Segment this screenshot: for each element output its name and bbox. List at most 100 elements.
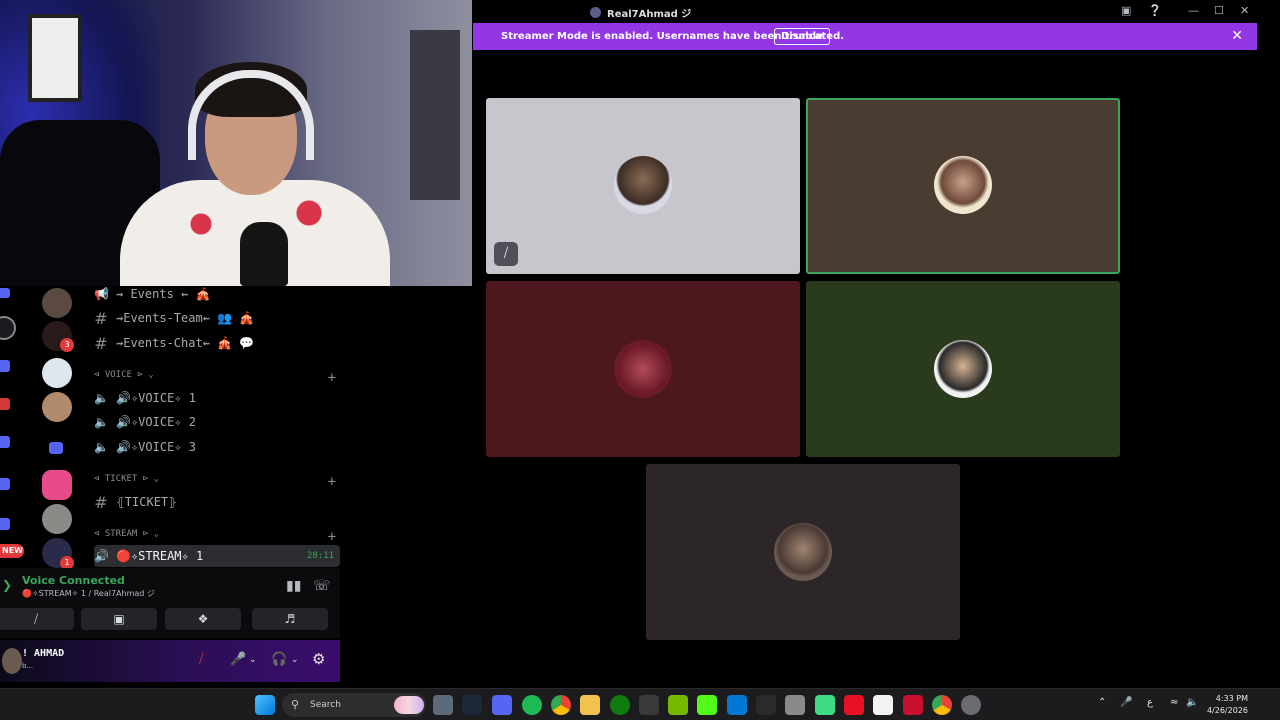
voice-connected-title[interactable]: Voice Connected <box>22 574 125 587</box>
channel-events-team[interactable]: # ⇝Events-Team⇜ 👥 🎪 <box>94 307 340 329</box>
user-panel: ! AHMAD b... ⧸ 🎤 ⌄ 🎧 ⌄ ⚙ <box>0 640 340 682</box>
app-icon[interactable] <box>727 695 747 715</box>
server-folder-icon[interactable] <box>0 360 10 372</box>
recycle-bin-icon[interactable] <box>785 695 805 715</box>
server-avatar-5[interactable] <box>42 392 72 422</box>
participant-tile-2-speaking[interactable] <box>806 98 1120 274</box>
microphone <box>240 222 288 286</box>
kick-icon[interactable] <box>697 695 717 715</box>
avatar <box>774 523 832 581</box>
acrobat-icon[interactable] <box>903 695 923 715</box>
minimize-icon[interactable]: — <box>1188 4 1199 17</box>
settings-icon[interactable] <box>961 695 981 715</box>
voice-channel-1[interactable]: 🔈 🔊✧VOICE✧ 1 <box>94 387 340 409</box>
server-shoe-icon[interactable] <box>0 398 10 410</box>
xbox-icon[interactable] <box>610 695 630 715</box>
activities-button[interactable]: ❖ <box>165 608 241 630</box>
user-name[interactable]: ! AHMAD <box>22 648 64 659</box>
spotify-icon[interactable] <box>522 695 542 715</box>
server-avatar-1[interactable] <box>42 288 72 318</box>
close-icon[interactable]: ✕ <box>1240 4 1249 17</box>
chevron-down-icon[interactable]: ⌄ <box>249 655 257 665</box>
avatar[interactable] <box>2 648 22 674</box>
file-explorer-icon[interactable] <box>580 695 600 715</box>
disable-button[interactable]: Disable <box>774 28 830 45</box>
channel-label: ⇝ Events ⇜ 🎪 <box>116 287 211 301</box>
server-folder-icon[interactable] <box>0 518 10 530</box>
camera-button[interactable]: ⧸ <box>0 608 74 630</box>
server-avatar-6[interactable] <box>42 504 72 534</box>
voice-connected-subtitle[interactable]: 🔴✧STREAM✧ 1 / Real7Ahmad ジ <box>22 588 155 599</box>
store-icon[interactable] <box>639 695 659 715</box>
new-pill[interactable]: NEW <box>0 544 24 558</box>
taskbar-search[interactable]: ⚲ Search <box>282 693 426 717</box>
taskbar: ⚲ Search ⌃ 🎤 ع ≈ 🔈 4:33 PM 4/26/2026 <box>0 688 1280 720</box>
server-pink-badge-icon[interactable] <box>42 470 72 500</box>
category-stream[interactable]: ⊲ STREAM ⊳ ⌄ + <box>94 529 340 545</box>
voice-channel-2[interactable]: 🔈 🔊✧VOICE✧ 2 <box>94 411 340 433</box>
help-icon[interactable]: ❔ <box>1148 4 1162 17</box>
signal-icon[interactable]: ❯ <box>2 578 12 592</box>
camera-off-icon[interactable]: ⧸ <box>199 652 203 667</box>
wifi-icon[interactable]: ≈ <box>1170 697 1178 708</box>
participant-tile-4[interactable] <box>806 281 1120 457</box>
close-icon[interactable]: ✕ <box>1231 28 1243 44</box>
server-icon <box>590 7 601 18</box>
headphones-icon[interactable]: 🎧 <box>271 652 287 667</box>
noise-suppression-icon[interactable]: ▮▮ <box>286 578 301 594</box>
chrome-profile-icon[interactable] <box>932 695 952 715</box>
category-voice[interactable]: ⊲ VOICE ⊳ ⌄ + <box>94 370 340 386</box>
window-title: Real7Ahmad ジ <box>590 5 691 20</box>
channel-ticket[interactable]: # ⦃TICKET⦄ <box>94 491 340 513</box>
chrome-icon[interactable] <box>551 695 571 715</box>
chevron-up-icon[interactable]: ⌃ <box>1098 697 1106 708</box>
app-icon[interactable] <box>815 695 835 715</box>
clock-date: 4/26/2026 <box>1206 706 1248 715</box>
category-label: ⊲ STREAM ⊳ <box>94 529 149 539</box>
server-folder-icon[interactable] <box>0 478 10 490</box>
chevron-down-icon[interactable]: ⌄ <box>291 655 299 665</box>
hash-icon: # <box>94 492 108 512</box>
capcut-icon[interactable] <box>873 695 893 715</box>
category-ticket[interactable]: ⊲ TICKET ⊳ ⌄ + <box>94 474 340 490</box>
discord-icon[interactable] <box>492 695 512 715</box>
screen-share-button[interactable]: ▣ <box>81 608 157 630</box>
windows-start-icon[interactable] <box>255 695 275 715</box>
server-avatar-2[interactable] <box>0 316 16 340</box>
voice-channel-3[interactable]: 🔈 🔊✧VOICE✧ 3 <box>94 436 340 458</box>
microphone-icon[interactable]: 🎤 <box>1120 697 1132 708</box>
channel-label: 🔊✧VOICE✧ 3 <box>116 440 196 454</box>
logitech-icon[interactable] <box>756 695 776 715</box>
volume-icon[interactable]: 🔈 <box>1186 697 1198 708</box>
inbox-icon[interactable]: ▣ <box>1121 4 1131 17</box>
camera-app-icon[interactable] <box>433 695 453 715</box>
soundboard-button[interactable]: ♬ <box>252 608 328 630</box>
steam-icon[interactable] <box>462 695 482 715</box>
participant-tile-3[interactable] <box>486 281 800 457</box>
add-channel-icon[interactable]: + <box>328 529 336 545</box>
stream-channel-1[interactable]: 🔊 🔴✧STREAM✧ 1 28:11 <box>94 545 340 567</box>
server-folder-icon[interactable] <box>49 442 63 454</box>
server-folder-icon[interactable] <box>0 436 10 448</box>
language-indicator[interactable]: ع <box>1147 697 1153 708</box>
channel-events-chat[interactable]: # ⇝Events-Chat⇜ 🎪 💬 <box>94 332 340 354</box>
wps-icon[interactable] <box>844 695 864 715</box>
server-avatar-4[interactable] <box>42 358 72 388</box>
server-folder-icon[interactable] <box>0 288 10 298</box>
participant-tile-1[interactable]: ⧸ <box>486 98 800 274</box>
screen: 3 1 NEW 📢 ⇝ Events ⇜ 🎪 # ⇝Events-Team⇜ 👥… <box>0 0 1280 720</box>
system-clock[interactable]: 4:33 PM 4/26/2026 <box>1204 693 1248 717</box>
maximize-icon[interactable]: ☐ <box>1214 4 1224 17</box>
nvidia-icon[interactable] <box>668 695 688 715</box>
microphone-icon[interactable]: 🎤 <box>230 652 246 667</box>
webcam-overlay <box>0 0 472 286</box>
channel-events[interactable]: 📢 ⇝ Events ⇜ 🎪 <box>94 283 340 305</box>
gear-icon[interactable]: ⚙ <box>312 650 325 668</box>
add-channel-icon[interactable]: + <box>328 370 336 386</box>
clock-time: 4:33 PM <box>1215 694 1248 703</box>
hash-icon: # <box>94 308 108 328</box>
participant-tile-5[interactable] <box>646 464 960 640</box>
server-rail: 3 1 <box>0 286 80 570</box>
disconnect-icon[interactable]: ☏ <box>313 578 331 594</box>
add-channel-icon[interactable]: + <box>328 474 336 490</box>
